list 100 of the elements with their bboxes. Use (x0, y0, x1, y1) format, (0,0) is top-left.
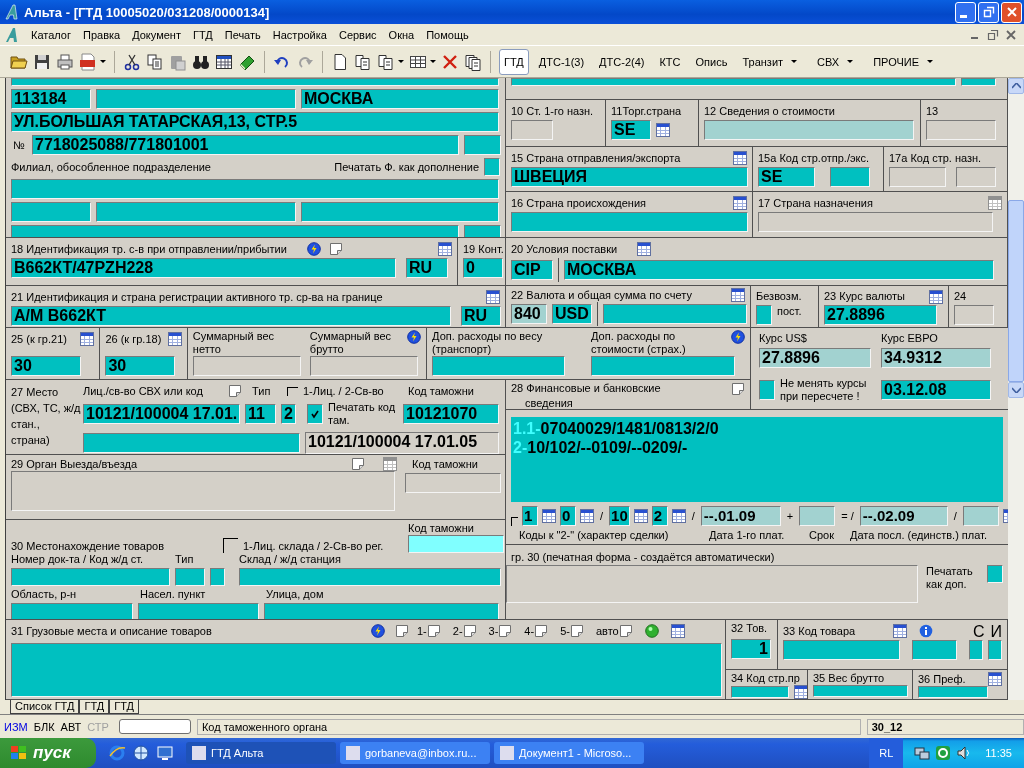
menu-item[interactable]: Каталог (25, 28, 77, 41)
start-button[interactable]: пуск (0, 738, 96, 768)
country-field[interactable]: ШВЕЦИЯ (511, 167, 748, 187)
note-icon[interactable] (534, 624, 549, 638)
country-field[interactable]: RU (461, 306, 501, 326)
calendar-icon[interactable] (733, 151, 747, 165)
checkbox[interactable] (756, 305, 772, 325)
commodity-code-field[interactable] (783, 640, 900, 660)
input-field[interactable] (988, 640, 1002, 660)
lightning-icon[interactable] (731, 330, 745, 344)
save-icon[interactable] (33, 52, 51, 71)
exchange-rate-field[interactable]: 27.8896 (824, 305, 937, 325)
date-field[interactable]: --.02.09 (859, 506, 948, 526)
input-field[interactable] (83, 433, 300, 453)
document-tab[interactable]: ГТД (499, 48, 529, 75)
menu-item[interactable]: Настройка (266, 28, 333, 41)
input-field[interactable] (138, 603, 259, 619)
calendar-icon[interactable] (637, 242, 652, 256)
lightning-icon[interactable] (407, 330, 422, 344)
menu-item[interactable]: Документ (126, 28, 187, 41)
input-field[interactable] (961, 78, 996, 86)
calendar-icon[interactable] (731, 288, 745, 302)
desktop-icon[interactable] (156, 744, 174, 762)
document-tab[interactable]: ПРОЧИЕ (868, 48, 925, 75)
input-field[interactable] (758, 212, 993, 232)
menu-item[interactable]: Окна (382, 28, 421, 41)
note-icon[interactable] (462, 624, 477, 638)
info-icon[interactable] (919, 624, 933, 638)
menu-item[interactable]: Правка (77, 28, 127, 41)
note-icon[interactable] (395, 624, 409, 638)
input-field[interactable] (511, 212, 748, 232)
street-field[interactable]: УЛ.БОЛЬШАЯ ТАТАРСКАЯ,13, СТР.5 (11, 112, 499, 132)
menu-item[interactable]: Печать (218, 28, 267, 41)
checkbox[interactable] (307, 404, 323, 424)
calendar-icon[interactable] (656, 123, 670, 137)
license-field[interactable]: 10121/100004 17.01. (83, 404, 240, 424)
document-tab[interactable]: Транзит (737, 48, 789, 75)
documents-icon[interactable] (354, 52, 372, 71)
input-field[interactable] (210, 568, 225, 586)
input-field[interactable] (432, 356, 566, 376)
calendar-icon[interactable] (580, 509, 594, 523)
menu-item[interactable]: Сервис (332, 28, 383, 41)
vehicle-id-field[interactable]: А/М В662КТ (11, 306, 451, 326)
note-icon[interactable] (228, 384, 242, 398)
close-icon[interactable] (1004, 27, 1018, 42)
input-field[interactable] (464, 135, 501, 155)
input-field[interactable] (954, 305, 994, 325)
date-field[interactable]: 03.12.08 (881, 380, 991, 400)
input-field[interactable] (11, 603, 133, 619)
input-field[interactable] (192, 356, 301, 376)
input-field[interactable] (118, 719, 191, 734)
browser-icon[interactable] (108, 744, 126, 762)
customs-code-field[interactable]: 10121070 (403, 404, 499, 424)
table-icon[interactable] (215, 52, 233, 71)
input-field[interactable] (813, 685, 908, 697)
checkbox[interactable] (759, 380, 775, 400)
calendar-icon[interactable] (988, 196, 1002, 210)
note-icon[interactable] (731, 382, 745, 396)
sheet-tab[interactable]: Список ГТД (10, 700, 80, 714)
restore-button[interactable] (978, 1, 999, 23)
caret-icon[interactable] (847, 60, 854, 63)
document-tab[interactable]: ДТС-1(3) (533, 48, 590, 75)
calendar-icon[interactable] (80, 332, 95, 346)
caret-icon[interactable] (430, 60, 436, 63)
currency-code-field[interactable]: 840 (511, 304, 547, 324)
delivery-terms-field[interactable]: CIP (511, 260, 553, 280)
code-field[interactable]: 2 (651, 506, 668, 526)
input-field[interactable] (11, 78, 499, 86)
calendar-icon[interactable] (542, 509, 556, 523)
input-field[interactable]: 30 (105, 356, 176, 376)
vehicle-id-field[interactable]: В662КТ/47PZH228 (11, 258, 396, 278)
exchange-rate-field[interactable]: 34.9312 (881, 348, 991, 368)
calendar-icon[interactable] (988, 672, 1002, 686)
lightning-icon[interactable] (371, 624, 385, 638)
close-button[interactable] (1001, 1, 1022, 23)
calendar-icon[interactable] (670, 624, 685, 638)
calendar-icon[interactable] (438, 242, 452, 256)
input-field[interactable] (956, 167, 996, 187)
network-icon[interactable] (914, 745, 931, 761)
code-field[interactable]: 10 (609, 506, 630, 526)
input-field[interactable] (511, 120, 553, 140)
input-field[interactable] (962, 506, 999, 526)
exchange-rate-field[interactable]: 27.8896 (759, 348, 871, 368)
postcode-field[interactable]: 113184 (11, 89, 91, 109)
input-field[interactable] (175, 568, 205, 586)
input-field[interactable] (239, 568, 501, 586)
input-field[interactable] (926, 120, 996, 140)
caret-icon[interactable] (100, 60, 106, 63)
input-field[interactable] (11, 179, 499, 199)
documents-icon[interactable] (377, 52, 395, 71)
copy-icon[interactable] (146, 52, 164, 71)
delivery-place-field[interactable]: МОСКВА (564, 260, 994, 280)
new-document-icon[interactable] (331, 52, 349, 71)
input-field[interactable] (11, 568, 170, 586)
app-logo-icon[interactable] (4, 26, 20, 43)
input-field[interactable] (511, 78, 956, 86)
input-field[interactable] (889, 167, 946, 187)
input-field[interactable] (11, 202, 91, 222)
bank-details-area[interactable]: 1.1-07040029/1481/0813/2/0 2-10/102/--0109/--0209/- (511, 417, 1003, 502)
calendar-icon[interactable] (671, 509, 686, 523)
